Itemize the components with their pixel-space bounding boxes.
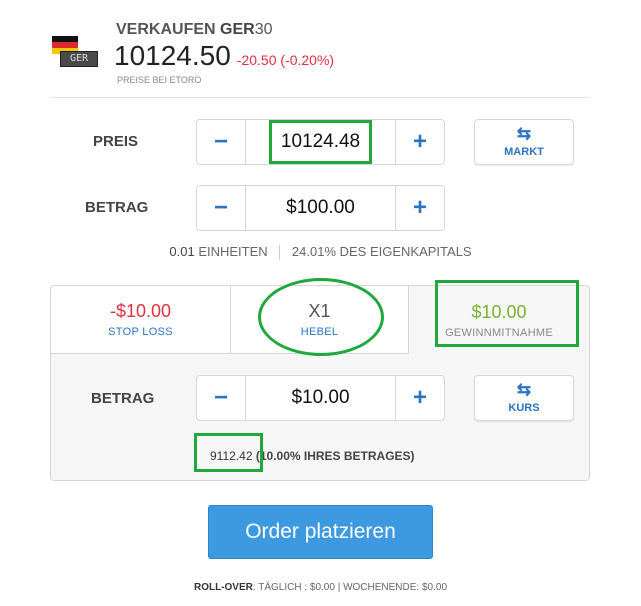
highlight-box	[435, 280, 579, 347]
tp-amount-input[interactable]: $10.00	[246, 376, 395, 420]
divider	[279, 245, 281, 261]
units-count: 0.01	[169, 244, 195, 259]
price-source: PREISE BEI ETORO	[117, 75, 202, 85]
price-change: -20.50 (-0.20%)	[236, 52, 335, 68]
trade-action: VERKAUFEN	[116, 21, 216, 38]
tp-increase-button[interactable]: +	[395, 376, 444, 420]
units-info: 0.01 EINHEITEN 24.01% DES EIGENKAPITALS	[0, 244, 641, 261]
betrag-input[interactable]: $100.00	[246, 186, 395, 230]
rollover-text: : TÄGLICH : $0.00 | WOCHENENDE: $0.00	[252, 582, 448, 593]
symbol-letters: GER	[220, 21, 255, 38]
symbol-badge: GER	[60, 51, 98, 67]
highlight-box	[194, 433, 263, 472]
betrag-stepper: − $100.00 +	[196, 185, 445, 231]
stop-loss-label: STOP LOSS	[108, 326, 173, 338]
market-button-label: MARKT	[504, 146, 544, 158]
swap-arrows-icon: ⇆	[516, 380, 532, 399]
rate-button-label: KURS	[508, 402, 540, 414]
tp-amount-stepper: − $10.00 +	[196, 375, 445, 421]
stop-loss-value: -$10.00	[109, 301, 172, 321]
betrag-label: BETRAG	[85, 199, 149, 216]
germany-flag-icon: GER	[52, 36, 98, 67]
tp-decrease-button[interactable]: −	[197, 376, 246, 420]
betrag-increase-button[interactable]: +	[395, 186, 444, 230]
market-button[interactable]: ⇆ MARKT	[474, 119, 574, 165]
price-line: 10124.50 -20.50 (-0.20%)	[114, 40, 334, 72]
rate-button[interactable]: ⇆ KURS	[474, 375, 574, 421]
instrument-header: GER VERKAUFEN GER30 10124.50 -20.50 (-0.…	[0, 0, 641, 98]
rollover-info: ROLL-OVER: TÄGLICH : $0.00 | WOCHENENDE:…	[0, 582, 641, 593]
highlight-box	[269, 120, 372, 164]
divider	[50, 97, 590, 98]
preis-increase-button[interactable]: +	[395, 120, 444, 164]
swap-arrows-icon: ⇆	[516, 124, 532, 143]
equity-percent: 24.01% DES EIGENKAPITALS	[291, 244, 472, 259]
place-order-button[interactable]: Order platzieren	[208, 505, 433, 559]
trade-title: VERKAUFEN GER30	[116, 21, 272, 39]
rollover-label: ROLL-OVER	[193, 582, 253, 593]
preis-label: PREIS	[93, 133, 139, 150]
tp-betrag-label: BETRAG	[91, 390, 155, 407]
betrag-decrease-button[interactable]: −	[197, 186, 246, 230]
preis-decrease-button[interactable]: −	[197, 120, 246, 164]
tab-stop-loss[interactable]: -$10.00 STOP LOSS	[51, 286, 231, 354]
symbol-number: 30	[254, 21, 273, 38]
highlight-ellipse	[258, 278, 384, 356]
take-profit-percent: (10.00% IHRES BETRAGES)	[255, 449, 415, 463]
units-label: EINHEITEN	[198, 244, 268, 259]
current-price: 10124.50	[114, 40, 231, 71]
